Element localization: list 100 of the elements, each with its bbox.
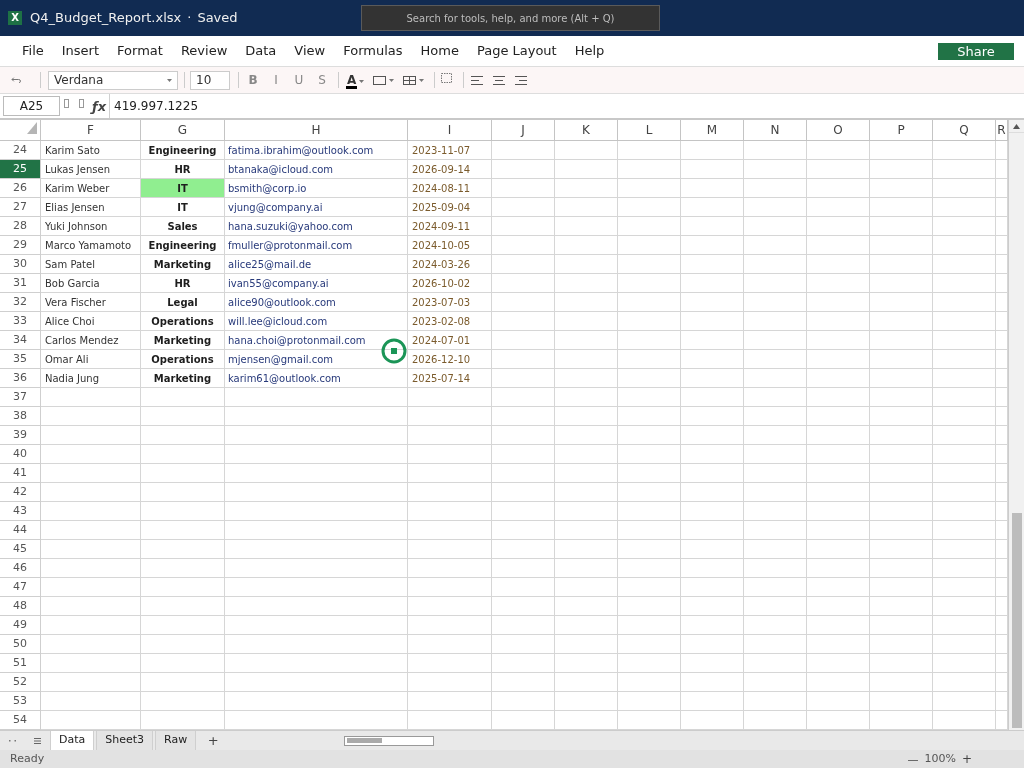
zoom-in-button[interactable]: + xyxy=(961,753,972,765)
column-header[interactable]: G xyxy=(141,120,225,141)
menu-item[interactable]: Page Layout xyxy=(467,41,566,61)
empty-cell xyxy=(618,236,681,255)
share-button[interactable]: Share xyxy=(938,42,1014,60)
empty-cell xyxy=(870,312,933,331)
row-header[interactable]: 42 xyxy=(0,483,41,502)
row-header[interactable]: 43 xyxy=(0,502,41,521)
column-header[interactable]: K xyxy=(555,120,618,141)
menu-item[interactable]: Insert xyxy=(52,41,109,61)
search-field[interactable]: Search for tools, help, and more (Alt + Q) xyxy=(361,5,660,31)
empty-cell xyxy=(870,179,933,198)
column-header[interactable]: H xyxy=(225,120,408,141)
column-header[interactable]: M xyxy=(681,120,744,141)
menu-item[interactable]: View xyxy=(285,41,335,61)
row-header[interactable]: 31 xyxy=(0,274,41,293)
undo-button[interactable] xyxy=(10,74,22,86)
row-header[interactable]: 48 xyxy=(0,597,41,616)
sheet-tab[interactable]: Data xyxy=(50,731,95,750)
empty-cell xyxy=(870,445,933,464)
format-button[interactable]: I xyxy=(266,71,286,89)
scrollbar-thumb[interactable] xyxy=(1011,513,1022,728)
row-header[interactable]: 29 xyxy=(0,236,41,255)
row-header[interactable]: 52 xyxy=(0,673,41,692)
font-color-button[interactable]: A xyxy=(346,71,365,89)
row-header[interactable]: 41 xyxy=(0,464,41,483)
selection-button[interactable] xyxy=(441,72,453,83)
font-size-field[interactable]: 10 xyxy=(190,70,230,90)
empty-cell xyxy=(618,426,681,445)
column-header[interactable]: L xyxy=(618,120,681,141)
column-header[interactable]: Q xyxy=(933,120,996,141)
formula-field[interactable]: 419.997.1225 xyxy=(110,94,1024,118)
menu-item[interactable]: Home xyxy=(411,41,468,61)
empty-cell xyxy=(744,597,807,616)
empty-cell xyxy=(618,274,681,293)
row-header[interactable]: 24 xyxy=(0,141,41,160)
empty-cell xyxy=(807,483,870,502)
row-header[interactable]: 37 xyxy=(0,388,41,407)
sheet-tab[interactable]: Raw xyxy=(155,731,197,750)
menu-item[interactable]: File xyxy=(13,41,53,61)
empty-cell xyxy=(492,635,555,654)
row-header[interactable]: 35 xyxy=(0,350,41,369)
row-header[interactable]: 53 xyxy=(0,692,41,711)
empty-cell xyxy=(618,445,681,464)
row-header[interactable]: 30 xyxy=(0,255,41,274)
menu-item[interactable]: Formulas xyxy=(334,41,412,61)
dots-icon[interactable] xyxy=(9,739,16,742)
table-cell: Vera Fischer xyxy=(41,293,141,312)
empty-cell xyxy=(744,331,807,350)
empty-cell xyxy=(618,179,681,198)
column-header[interactable]: R xyxy=(996,120,1008,141)
menu-icon[interactable] xyxy=(34,737,41,744)
row-header[interactable]: 26 xyxy=(0,179,41,198)
column-header[interactable]: N xyxy=(744,120,807,141)
align-center-icon xyxy=(493,75,506,85)
table-cell: btanaka@icloud.com xyxy=(225,160,408,179)
row-header[interactable]: 47 xyxy=(0,578,41,597)
function-button[interactable]: ƒx xyxy=(92,99,107,113)
sheet-tab[interactable]: Sheet3 xyxy=(96,731,154,750)
zoom-out-button[interactable]: — xyxy=(907,753,919,765)
table-cell: alice25@mail.de xyxy=(225,255,408,274)
menu-item[interactable]: Help xyxy=(565,41,614,61)
scrollbar-thumb[interactable] xyxy=(347,738,383,743)
menu-item[interactable]: Format xyxy=(108,41,172,61)
table-cell: IT xyxy=(141,198,225,217)
row-header[interactable]: 50 xyxy=(0,635,41,654)
row-header[interactable]: 38 xyxy=(0,407,41,426)
table-cell: Sales xyxy=(141,217,225,236)
column-header[interactable]: P xyxy=(870,120,933,141)
row-header[interactable]: 32 xyxy=(0,293,41,312)
row-header[interactable]: 46 xyxy=(0,559,41,578)
row-header[interactable]: 25 xyxy=(0,160,41,179)
row-header[interactable]: 33 xyxy=(0,312,41,331)
name-box[interactable]: A25 xyxy=(3,96,60,116)
row-header[interactable]: 36 xyxy=(0,369,41,388)
add-sheet-button[interactable]: + xyxy=(206,734,221,747)
caret-icon xyxy=(389,78,395,82)
row-header[interactable]: 54 xyxy=(0,711,41,730)
row-header[interactable]: 44 xyxy=(0,521,41,540)
row-header[interactable]: 40 xyxy=(0,445,41,464)
column-header[interactable]: O xyxy=(807,120,870,141)
column-header[interactable]: J xyxy=(492,120,555,141)
column-header[interactable]: I xyxy=(408,120,492,141)
row-header[interactable]: 27 xyxy=(0,198,41,217)
empty-cell xyxy=(933,578,996,597)
empty-cell xyxy=(555,597,618,616)
table-cell: Marketing xyxy=(141,331,225,350)
font-dropdown[interactable]: Verdana xyxy=(48,70,178,90)
row-header[interactable]: 39 xyxy=(0,426,41,445)
row-header[interactable]: 28 xyxy=(0,217,41,236)
row-header[interactable]: 34 xyxy=(0,331,41,350)
column-header[interactable]: F xyxy=(41,120,141,141)
menu-item[interactable]: Data xyxy=(236,41,286,61)
row-header[interactable]: 45 xyxy=(0,540,41,559)
empty-cell xyxy=(555,160,618,179)
row-header[interactable]: 49 xyxy=(0,616,41,635)
empty-cell xyxy=(555,274,618,293)
row-header[interactable]: 51 xyxy=(0,654,41,673)
menu-item[interactable]: Review xyxy=(171,41,237,61)
empty-cell xyxy=(744,445,807,464)
